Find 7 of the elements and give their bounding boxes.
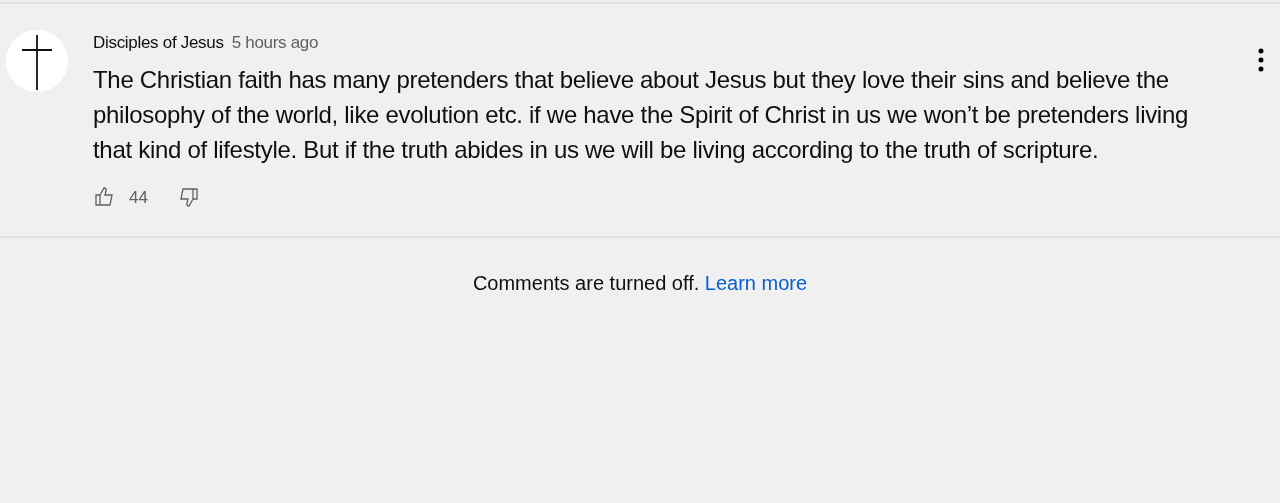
more-icon[interactable] <box>1258 48 1264 72</box>
comments-off-notice: Comments are turned off. <box>472 272 700 294</box>
author-name[interactable]: Disciples of Jesus <box>93 33 224 52</box>
like-count: 44 <box>129 186 148 209</box>
learn-more-link[interactable]: Learn more <box>704 272 808 294</box>
comment-text: The Christian faith has many pretenders that believe about Jesus but they love their sins and believe the philosophy of the world, like evolution etc. if we have the Spirit of Christ in us we won’t be pretenders living that kind of lifestyle. But if the truth abides in us we will be living according to the truth of scripture. <box>93 64 1189 165</box>
timestamp[interactable]: 5 hours ago <box>231 33 319 52</box>
